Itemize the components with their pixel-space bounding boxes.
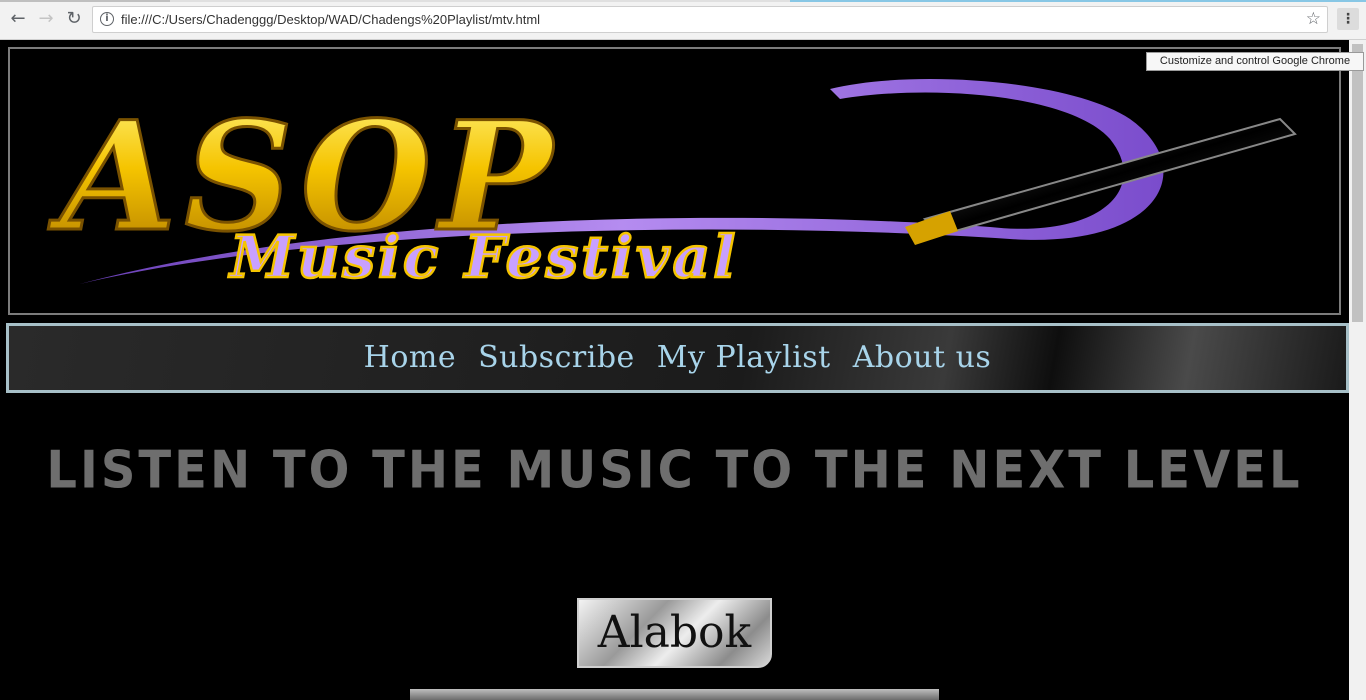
festival-banner: ASOP Music Festival — [8, 47, 1341, 315]
browser-toolbar: ← → ↻ i file:///C:/Users/Chadenggg/Deskt… — [0, 0, 1366, 40]
active-tab-edge — [0, 0, 170, 2]
logo-sub-text: Music Festival — [228, 223, 738, 291]
info-icon[interactable]: i — [100, 12, 114, 26]
back-arrow-icon[interactable]: ← — [8, 9, 28, 29]
nav-about-us-link[interactable]: About us — [853, 338, 992, 378]
address-bar[interactable]: i file:///C:/Users/Chadenggg/Desktop/WAD… — [92, 6, 1328, 33]
forward-arrow-icon[interactable]: → — [36, 9, 56, 29]
url-text[interactable]: file:///C:/Users/Chadenggg/Desktop/WAD/C… — [121, 11, 540, 28]
reload-icon[interactable]: ↻ — [64, 9, 84, 29]
star-icon[interactable]: ☆ — [1306, 10, 1321, 29]
tab-strip-accent — [790, 0, 1366, 2]
page-scrollbar[interactable] — [1349, 40, 1366, 700]
menu-icon[interactable]: ⋮ — [1337, 8, 1359, 30]
menu-tooltip: Customize and control Google Chrome — [1146, 52, 1364, 71]
nav-home-link[interactable]: Home — [364, 338, 456, 378]
nav-subscribe-link[interactable]: Subscribe — [478, 338, 635, 378]
main-nav: Home Subscribe My Playlist About us — [6, 323, 1349, 393]
scrollbar-thumb[interactable] — [1352, 44, 1363, 322]
nav-my-playlist-link[interactable]: My Playlist — [657, 338, 831, 378]
alabok-button[interactable]: Alabok — [577, 598, 772, 668]
page-headline: LISTEN TO THE MUSIC TO THE NEXT LEVEL — [46, 439, 1303, 501]
media-panel-top — [410, 689, 939, 700]
pen-nib — [905, 211, 958, 245]
festival-logo: ASOP Music Festival — [47, 79, 1297, 292]
